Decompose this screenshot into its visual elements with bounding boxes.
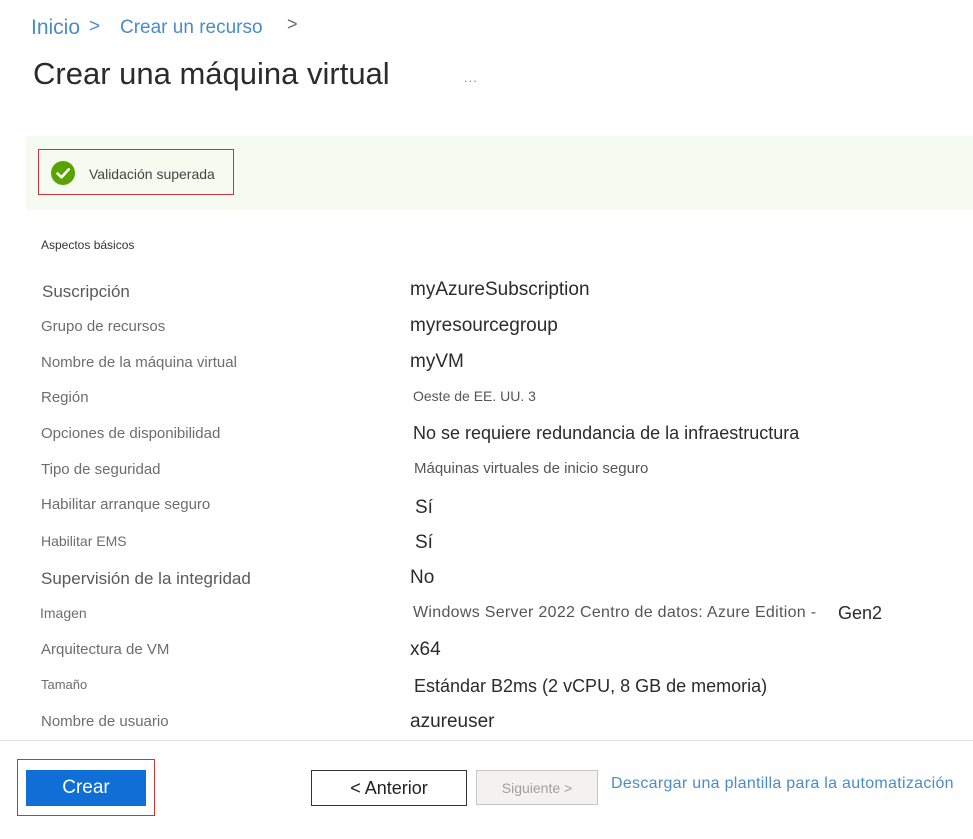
summary-label: Nombre de la máquina virtual bbox=[41, 354, 237, 371]
summary-value: myresourcegroup bbox=[410, 315, 558, 336]
previous-button[interactable]: < Anterior bbox=[311, 770, 467, 806]
next-button[interactable]: Siguiente > bbox=[476, 770, 598, 805]
summary-label: Supervisión de la integridad bbox=[41, 569, 251, 588]
download-template-link[interactable]: Descargar una plantilla para la automati… bbox=[611, 775, 954, 793]
summary-label: Tamaño bbox=[41, 677, 88, 692]
summary-value: Sí bbox=[415, 532, 433, 553]
create-button[interactable]: Crear bbox=[26, 770, 146, 806]
footer-divider bbox=[0, 740, 973, 741]
breadcrumb: Inicio > Crear un recurso > bbox=[0, 0, 400, 45]
summary-label: Arquitectura de VM bbox=[41, 641, 170, 658]
summary-value: Máquinas virtuales de inicio seguro bbox=[414, 460, 649, 477]
page-title: Crear una máquina virtual bbox=[33, 56, 390, 91]
section-title: Aspectos básicos bbox=[41, 238, 135, 252]
summary-label: Habilitar arranque seguro bbox=[41, 496, 211, 513]
summary-label: Habilitar EMS bbox=[41, 533, 127, 549]
summary-value: myAzureSubscription bbox=[410, 279, 590, 300]
summary-label: Nombre de usuario bbox=[41, 713, 169, 730]
validation-status-text: Validación superada bbox=[89, 166, 215, 182]
more-options-button[interactable]: ... bbox=[464, 70, 478, 85]
summary-label: Suscripción bbox=[42, 282, 130, 301]
summary-value: myVM bbox=[410, 351, 464, 372]
summary-value: Sí bbox=[415, 497, 433, 518]
summary-value: Estándar B2ms (2 vCPU, 8 GB de memoria) bbox=[414, 676, 768, 696]
summary-value: x64 bbox=[410, 639, 441, 660]
summary-label: Opciones de disponibilidad bbox=[41, 425, 221, 442]
summary-label: Región bbox=[41, 389, 89, 406]
check-circle-icon bbox=[51, 161, 75, 185]
summary-value: No bbox=[410, 567, 435, 588]
breadcrumb-home-link[interactable]: Inicio bbox=[31, 16, 80, 40]
summary-value: azureuser bbox=[410, 711, 495, 732]
summary-label: Imagen bbox=[40, 605, 87, 621]
breadcrumb-separator: > bbox=[89, 16, 101, 37]
summary-label: Tipo de seguridad bbox=[41, 461, 161, 478]
summary-value: No se requiere redundancia de la infraes… bbox=[413, 423, 800, 443]
summary-value: Windows Server 2022 Centro de datos: Azu… bbox=[413, 604, 817, 621]
summary-value: Oeste de EE. UU. 3 bbox=[413, 388, 536, 404]
summary-value-suffix: Gen2 bbox=[838, 603, 883, 623]
summary-label: Grupo de recursos bbox=[41, 318, 166, 335]
chevron-right-icon: > bbox=[287, 14, 298, 34]
breadcrumb-create-resource-link[interactable]: Crear un recurso bbox=[120, 17, 263, 39]
